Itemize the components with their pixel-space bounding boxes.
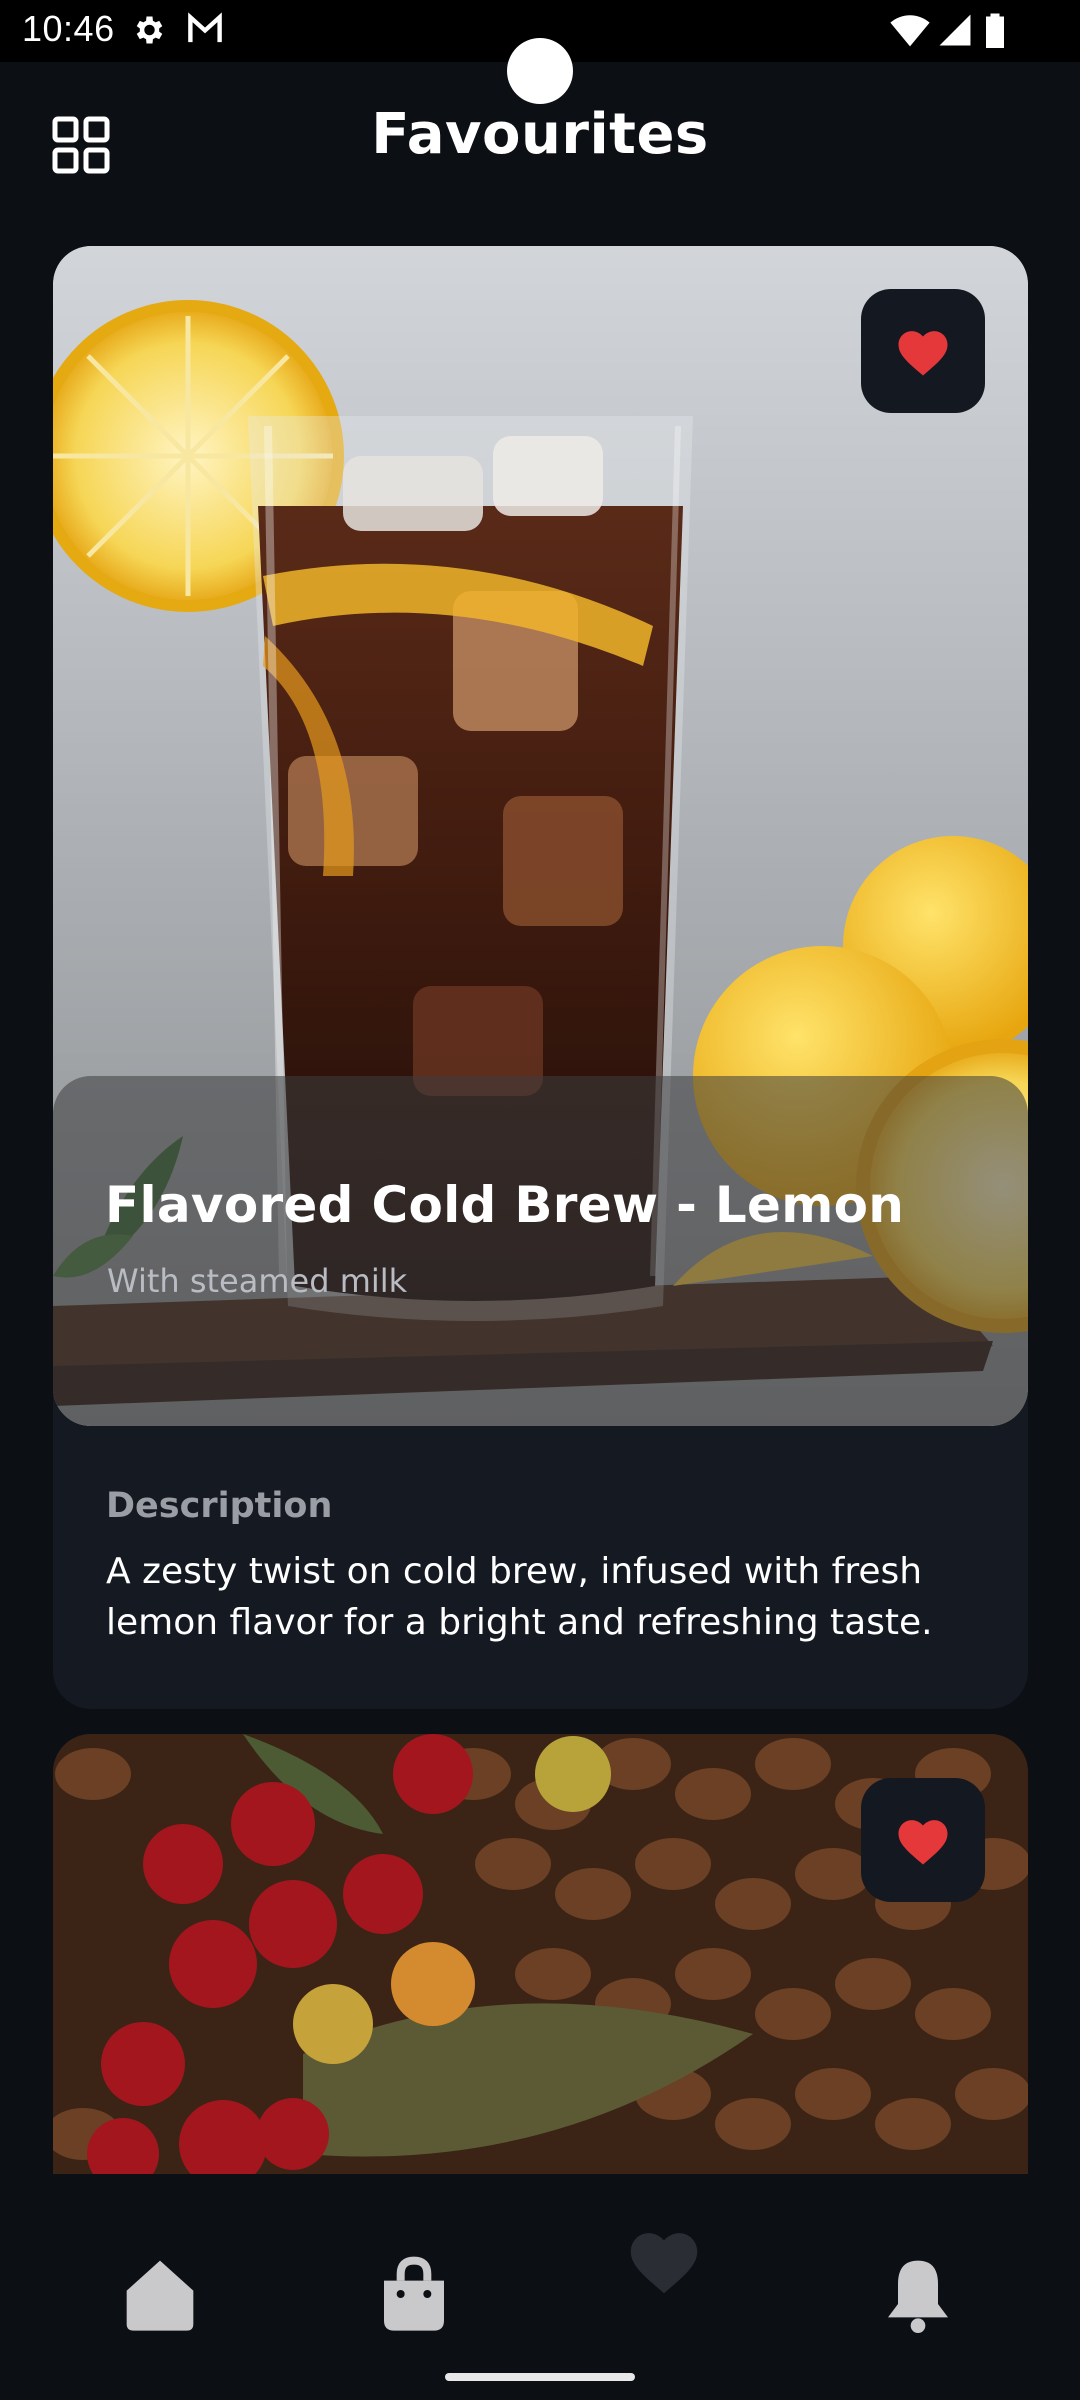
header: Favourites	[0, 62, 1080, 212]
title-overlay	[53, 1076, 1028, 1426]
wifi-icon	[890, 15, 930, 47]
home-indicator[interactable]	[445, 2373, 635, 2381]
gmail-icon	[188, 12, 222, 43]
home-icon[interactable]	[120, 2254, 200, 2334]
product-subtitle: With steamed milk	[107, 1262, 408, 1300]
heart-icon[interactable]	[626, 2226, 702, 2294]
status-time: 10:46	[22, 8, 115, 49]
bottom-navigation	[0, 2174, 1080, 2400]
favorite-toggle-button[interactable]	[861, 1778, 985, 1902]
gear-icon	[136, 16, 163, 44]
signal-icon	[939, 14, 971, 46]
product-image: Flavored Cold Brew - Lemon With steamed …	[53, 246, 1028, 1426]
favourite-card[interactable]: Flavored Cold Brew - Lemon With steamed …	[53, 246, 1028, 1709]
favourites-screen: 10:46 Favourites Flavored Cold Brew - Le…	[0, 0, 1080, 2400]
product-name: Flavored Cold Brew - Lemon	[105, 1176, 905, 1234]
favourite-card[interactable]	[53, 1734, 1028, 2174]
heart-icon	[898, 331, 948, 376]
page-title: Favourites	[371, 102, 709, 167]
bell-icon[interactable]	[878, 2254, 958, 2334]
battery-icon	[986, 13, 1004, 48]
heart-icon	[898, 1820, 948, 1865]
favorite-toggle-button[interactable]	[861, 289, 985, 413]
description-text: A zesty twist on cold brew, infused with…	[106, 1551, 933, 1643]
description-label: Description	[106, 1486, 333, 1526]
shopping-bag-icon[interactable]	[374, 2254, 454, 2334]
